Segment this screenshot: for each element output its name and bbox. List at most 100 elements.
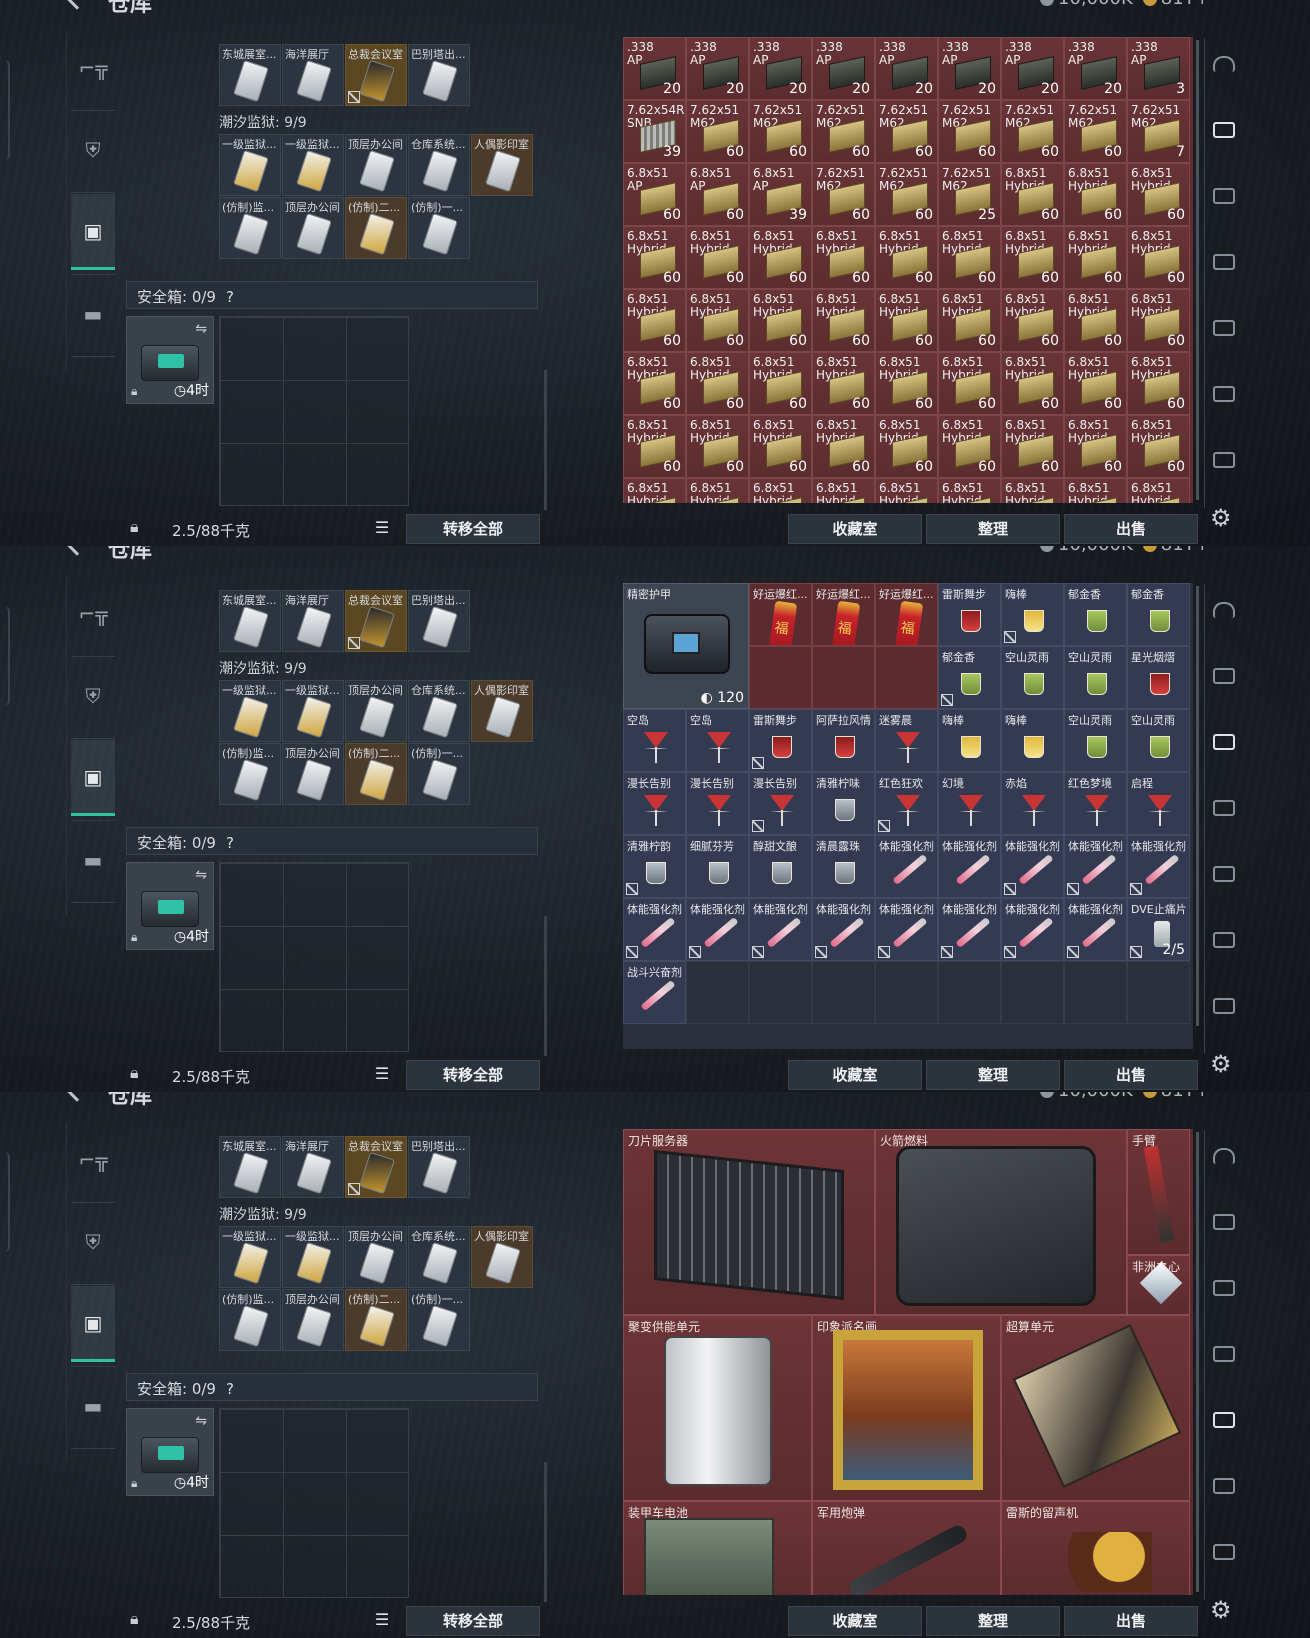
- consumable-item[interactable]: 幻境: [938, 772, 1001, 835]
- valuable-item[interactable]: 手臂: [1127, 1129, 1190, 1255]
- stash-tab-4[interactable]: [1209, 1346, 1239, 1374]
- consumable-item[interactable]: 体能强化剂: [623, 898, 686, 961]
- safe-box-grid[interactable]: [219, 1408, 409, 1598]
- ammo-item[interactable]: 6.8x51 AP 60: [623, 163, 686, 226]
- ammo-item[interactable]: 6.8x51 Hybrid 60: [623, 289, 686, 352]
- keycard-slot[interactable]: 巴别塔出...: [408, 44, 470, 106]
- stash-tab-3[interactable]: [1209, 1280, 1239, 1308]
- ammo-item[interactable]: 7.62x51 M62 7: [1127, 100, 1190, 163]
- stash-tab-7[interactable]: [1209, 998, 1239, 1026]
- stash-tab-6[interactable]: [1209, 1478, 1239, 1506]
- consumable-item[interactable]: DVE止痛片 2/5: [1127, 898, 1190, 961]
- stash-tab-7[interactable]: [1209, 452, 1239, 480]
- ammo-item[interactable]: 6.8x51 Hybrid 60: [812, 415, 875, 478]
- ammo-item[interactable]: 6.8x51 Hybrid 60: [1127, 415, 1190, 478]
- ammo-item[interactable]: 6.8x51 Hybrid 60: [749, 352, 812, 415]
- safe-box-item[interactable]: ⇋ 🔒︎ ◷4时: [126, 862, 214, 950]
- item-continuation[interactable]: [749, 646, 812, 709]
- consumable-item[interactable]: 清雅柠韵: [623, 835, 686, 898]
- consumable-item[interactable]: 清雅柠味: [812, 772, 875, 835]
- consumable-item[interactable]: 雷斯舞步: [938, 583, 1001, 646]
- empty-slot[interactable]: [1064, 961, 1127, 1024]
- consumable-item[interactable]: 迷雾晨: [875, 709, 938, 772]
- consumable-item[interactable]: 体能强化剂: [1001, 835, 1064, 898]
- keycard-slot[interactable]: 顶层办公间: [345, 134, 407, 196]
- ammo-item[interactable]: 7.62x51 M62 60: [875, 100, 938, 163]
- stash-tab-5[interactable]: [1209, 866, 1239, 894]
- ammo-item[interactable]: 7.62x51 M62 60: [686, 100, 749, 163]
- ammo-item[interactable]: 6.8x51 Hybrid 60: [623, 226, 686, 289]
- consumable-item[interactable]: 体能强化剂: [938, 835, 1001, 898]
- ammo-item[interactable]: .338 AP 20: [875, 37, 938, 100]
- rail-backpack-icon[interactable]: ▣: [71, 740, 115, 816]
- collection-room-button[interactable]: 收藏室: [788, 1606, 922, 1636]
- ammo-item[interactable]: 6.8x51 Hybrid 60: [1064, 352, 1127, 415]
- lock-icon[interactable]: 🔒︎: [130, 1609, 139, 1629]
- ammo-item[interactable]: 6.8x51 Hybrid 60: [1064, 163, 1127, 226]
- safe-box-grid[interactable]: [219, 316, 409, 506]
- consumable-item[interactable]: 好运爆红...: [749, 583, 812, 646]
- ammo-item[interactable]: 6.8x51 Hybrid: [623, 478, 686, 503]
- ammo-item[interactable]: 6.8x51 Hybrid 60: [1064, 226, 1127, 289]
- side-drawer-handle[interactable]: [0, 606, 10, 706]
- ammo-item[interactable]: 6.8x51 Hybrid: [1001, 478, 1064, 503]
- keycard-slot[interactable]: 一级监狱...: [282, 134, 344, 196]
- valuable-item[interactable]: 超算单元: [1001, 1315, 1190, 1501]
- keycard-slot[interactable]: 人偶影印室: [471, 680, 533, 742]
- keycard-slot[interactable]: 东城展室...: [219, 1136, 281, 1198]
- ammo-item[interactable]: .338 AP 20: [686, 37, 749, 100]
- stash-tab-4[interactable]: [1209, 800, 1239, 828]
- consumable-item[interactable]: 空山灵雨: [1127, 709, 1190, 772]
- ammo-item[interactable]: .338 AP 20: [938, 37, 1001, 100]
- ammo-item[interactable]: 6.8x51 Hybrid 60: [938, 289, 1001, 352]
- list-view-icon[interactable]: ☰: [370, 1064, 394, 1086]
- rail-case-icon[interactable]: ▬: [71, 822, 115, 898]
- empty-slot[interactable]: [1001, 961, 1064, 1024]
- keycard-slot[interactable]: 一级监狱...: [219, 134, 281, 196]
- swap-icon[interactable]: ⇋: [195, 321, 207, 337]
- collection-room-button[interactable]: 收藏室: [788, 1060, 922, 1090]
- ammo-item[interactable]: 6.8x51 Hybrid 60: [749, 415, 812, 478]
- keycard-slot[interactable]: (仿制)二...: [345, 743, 407, 805]
- stash-tab-3[interactable]: [1209, 734, 1239, 762]
- consumable-item[interactable]: 好运爆红...: [812, 583, 875, 646]
- consumable-item[interactable]: 郁金香: [938, 646, 1001, 709]
- side-drawer-handle[interactable]: [0, 60, 10, 160]
- consumable-item[interactable]: 体能强化剂: [938, 898, 1001, 961]
- rail-case-icon[interactable]: ▬: [71, 1368, 115, 1444]
- rail-case-icon[interactable]: ▬: [71, 276, 115, 352]
- keycard-slot[interactable]: 顶层办公间: [282, 1289, 344, 1351]
- rail-weapon-icon[interactable]: ⌐╦: [71, 576, 115, 652]
- ammo-item[interactable]: 6.8x51 Hybrid 60: [1001, 352, 1064, 415]
- consumable-item[interactable]: 细腻芬芳: [686, 835, 749, 898]
- keycard-slot[interactable]: 总裁会议室: [345, 44, 407, 106]
- keycard-slot[interactable]: 海洋展厅: [282, 1136, 344, 1198]
- keycard-slot[interactable]: 东城展室...: [219, 590, 281, 652]
- keycard-slot[interactable]: 巴别塔出...: [408, 590, 470, 652]
- ammo-item[interactable]: 6.8x51 Hybrid 60: [875, 289, 938, 352]
- consumable-item[interactable]: 体能强化剂: [1064, 898, 1127, 961]
- ammo-item[interactable]: 6.8x51 Hybrid 60: [686, 226, 749, 289]
- consumable-item[interactable]: 清晨露珠: [812, 835, 875, 898]
- stash-tab-2[interactable]: [1209, 668, 1239, 696]
- ammo-item[interactable]: 7.62x51 M62 60: [812, 100, 875, 163]
- ammo-item[interactable]: 6.8x51 Hybrid 60: [812, 226, 875, 289]
- consumable-item[interactable]: 红色狂欢: [875, 772, 938, 835]
- stash-tab-6[interactable]: [1209, 932, 1239, 960]
- consumable-item[interactable]: 郁金香: [1127, 583, 1190, 646]
- transfer-all-button[interactable]: 转移全部: [406, 1060, 540, 1090]
- rail-weapon-icon[interactable]: ⌐╦: [71, 1122, 115, 1198]
- safe-box-grid[interactable]: [219, 862, 409, 1052]
- ammo-item[interactable]: 7.62x51 M62 60: [1064, 100, 1127, 163]
- keycard-slot[interactable]: 总裁会议室: [345, 590, 407, 652]
- stash-tab-5[interactable]: [1209, 1412, 1239, 1440]
- keycard-slot[interactable]: 顶层办公间: [345, 680, 407, 742]
- ammo-item[interactable]: 6.8x51 Hybrid 60: [938, 226, 1001, 289]
- stash-tab-2[interactable]: [1209, 1214, 1239, 1242]
- ammo-item[interactable]: 6.8x51 Hybrid 60: [623, 415, 686, 478]
- rail-backpack-icon[interactable]: ▣: [71, 1286, 115, 1362]
- consumable-item[interactable]: 嗨棒: [1001, 583, 1064, 646]
- ammo-item[interactable]: 6.8x51 Hybrid 60: [812, 289, 875, 352]
- sell-button[interactable]: 出售: [1064, 514, 1198, 544]
- ammo-item[interactable]: .338 AP 20: [1001, 37, 1064, 100]
